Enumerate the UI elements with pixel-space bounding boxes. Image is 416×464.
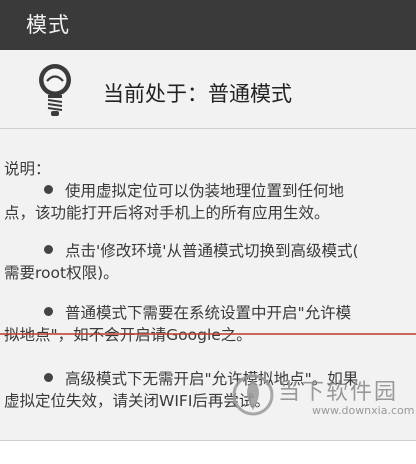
bullet-icon bbox=[44, 185, 53, 194]
list-item: 点击'修改环境'从普通模式切换到高级模式( 需要root权限)。 bbox=[4, 242, 359, 282]
watermark-url: www.downxia.com bbox=[312, 404, 415, 417]
bullet-icon bbox=[44, 245, 53, 254]
watermark: 当下软件园 www.downxia.com bbox=[232, 370, 416, 450]
page-title: 模式 bbox=[26, 13, 70, 37]
watermark-text: 当下软件园 bbox=[278, 380, 399, 405]
instructions-heading: 说明： bbox=[4, 160, 51, 178]
list-item: 使用虚拟定位可以伪装地理位置到任何地 点，该功能打开后将对手机上的所有应用生效。 bbox=[4, 182, 345, 222]
watermark-logo-icon bbox=[232, 374, 274, 416]
bullet-icon bbox=[44, 307, 53, 316]
title-bar: 模式 bbox=[0, 0, 416, 50]
list-item: 普通模式下需要在系统设置中开启"允许模 拟地点"，如不会开启请Google之。 bbox=[4, 304, 352, 344]
highlight-line bbox=[0, 333, 416, 335]
bullet-icon bbox=[44, 373, 53, 382]
divider bbox=[0, 128, 416, 129]
mode-status-row[interactable]: 当前处于：普通模式 bbox=[0, 50, 416, 128]
lightbulb-icon bbox=[39, 64, 71, 116]
mode-status-label: 当前处于：普通模式 bbox=[103, 82, 292, 106]
